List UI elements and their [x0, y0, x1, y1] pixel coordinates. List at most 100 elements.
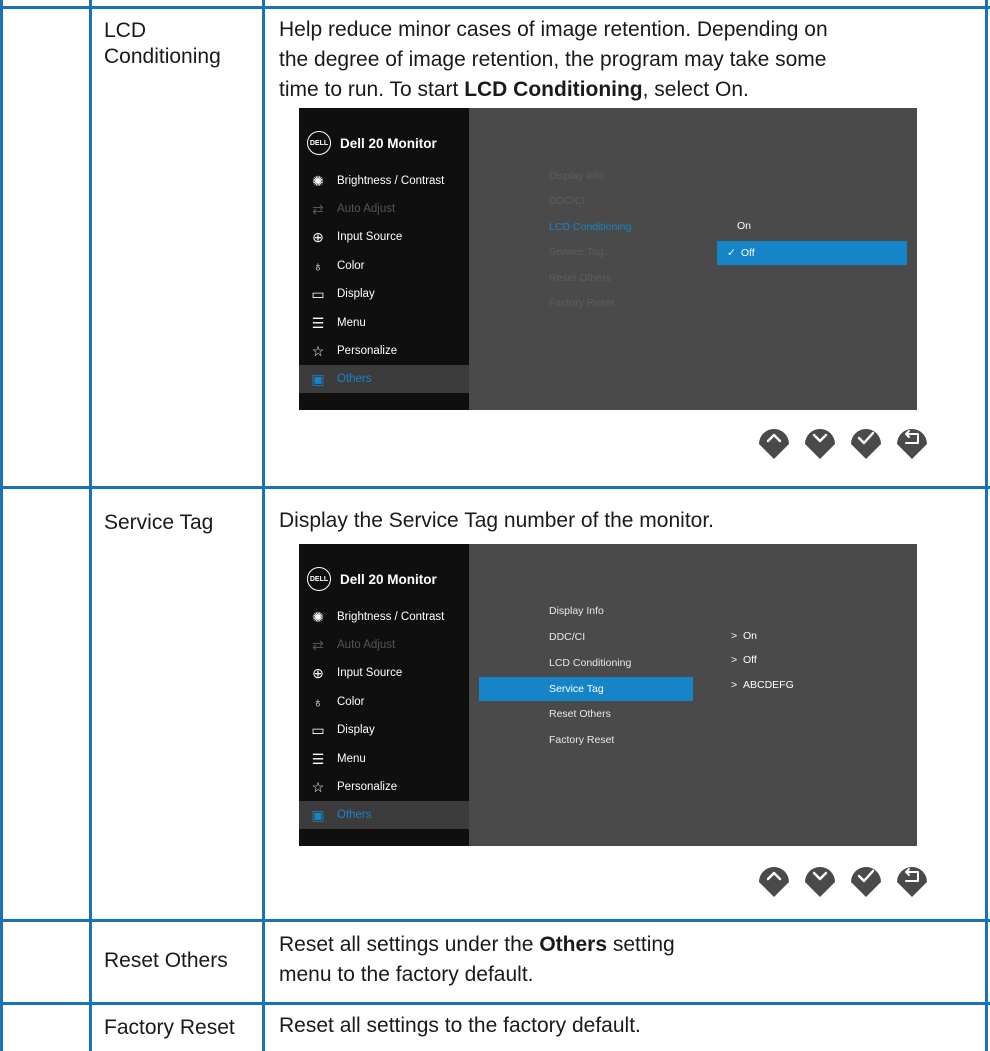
desc-line: menu to the factory default.: [279, 963, 534, 986]
menu-item-brightness[interactable]: ✺ Brightness / Contrast: [299, 603, 469, 631]
up-button[interactable]: [756, 858, 792, 898]
option-off-label: Off: [740, 247, 755, 259]
menu-item-label: Brightness / Contrast: [337, 611, 445, 623]
menu-item-label: Others: [337, 373, 372, 385]
brightness-icon: ✺: [312, 608, 324, 625]
row-label-service-tag: Service Tag: [104, 511, 214, 534]
menu-item-auto-adjust[interactable]: ⇄ Auto Adjust: [299, 195, 469, 223]
value-text: ABCDEFG: [742, 679, 794, 691]
up-button[interactable]: [756, 420, 792, 460]
menu-item-display[interactable]: ▭ Display: [299, 280, 469, 308]
menu-item-menu[interactable]: ☰ Menu: [299, 745, 469, 773]
back-button[interactable]: [894, 420, 930, 460]
submenu-display-info[interactable]: Display Info: [549, 170, 604, 182]
menu-item-others[interactable]: ▣ Others: [299, 365, 469, 393]
desc-line: time to run. To start LCD Conditioning, …: [279, 78, 749, 101]
submenu-reset-others[interactable]: Reset Others: [549, 708, 611, 720]
menu-item-label: Auto Adjust: [337, 203, 396, 215]
menu-icon: ☰: [311, 750, 325, 767]
submenu-service-tag[interactable]: Service Tag: [549, 246, 604, 258]
submenu-factory-reset[interactable]: Factory Reset: [549, 734, 614, 746]
menu-item-color[interactable]: ♁ Color: [299, 688, 469, 716]
display-icon: ▭: [311, 721, 325, 738]
auto-adjust-icon: ⇄: [312, 636, 324, 653]
osd-title: Dell 20 Monitor: [340, 571, 437, 587]
color-icon: ♁: [312, 258, 324, 274]
table-border-right: [985, 0, 988, 1051]
osd-screen-lcd-conditioning: DELL Dell 20 Monitor ✺ Brightness / Contr…: [299, 108, 917, 410]
back-button[interactable]: [894, 858, 930, 898]
input-source-icon: ⊕: [312, 664, 324, 681]
display-icon: ▭: [311, 285, 325, 302]
menu-item-label: Brightness / Contrast: [337, 175, 445, 187]
down-button[interactable]: [802, 420, 838, 460]
submenu-service-tag[interactable]: Service Tag: [479, 677, 693, 701]
menu-item-menu[interactable]: ☰ Menu: [299, 309, 469, 337]
menu-item-label: Others: [337, 809, 372, 821]
menu-item-label: Personalize: [337, 345, 398, 357]
row-desc-reset-others: Reset all settings under the Others sett…: [279, 930, 939, 990]
row-label-lcd-conditioning: LCD Conditioning: [104, 19, 221, 68]
submenu-reset-others[interactable]: Reset Others: [549, 272, 611, 284]
menu-icon: ☰: [311, 314, 325, 331]
osd-main-menu: DELL Dell 20 Monitor ✺ Brightness / Contr…: [299, 108, 469, 410]
row-label-factory-reset: Factory Reset: [104, 1016, 235, 1039]
submenu-ddc-ci[interactable]: DDC/CI: [549, 195, 585, 207]
dell-logo: DELL: [307, 567, 331, 591]
menu-item-display[interactable]: ▭ Display: [299, 716, 469, 744]
osd-buttons: [756, 858, 930, 898]
check-icon: ✓: [727, 247, 736, 259]
value-text: Off: [742, 654, 757, 666]
menu-item-label: Input Source: [337, 667, 403, 679]
table-border-col2: [262, 0, 265, 1051]
menu-item-label: Display: [337, 288, 375, 300]
submenu-lcd-conditioning[interactable]: LCD Conditioning: [549, 657, 631, 669]
table-border-col1: [89, 0, 92, 1051]
menu-item-label: Input Source: [337, 231, 403, 243]
ok-button[interactable]: [848, 420, 884, 460]
chevron-right-icon: >: [731, 630, 738, 642]
desc-line: Help reduce minor cases of image retenti…: [279, 18, 828, 41]
down-button[interactable]: [802, 858, 838, 898]
row-desc-factory-reset: Reset all settings to the factory defaul…: [279, 1014, 641, 1037]
desc-line: the degree of image retention, the progr…: [279, 48, 827, 71]
row-divider: [0, 6, 990, 9]
value-service-tag: > ABCDEFG: [731, 679, 794, 691]
osd-main-menu: DELL Dell 20 Monitor ✺ Brightness / Contr…: [299, 544, 469, 846]
osd-header: DELL Dell 20 Monitor: [307, 130, 437, 156]
menu-item-label: Menu: [337, 753, 366, 765]
menu-item-input-source[interactable]: ⊕ Input Source: [299, 659, 469, 687]
others-icon: ▣: [311, 806, 325, 823]
menu-item-label: Personalize: [337, 781, 398, 793]
color-icon: ♁: [312, 694, 324, 710]
menu-item-auto-adjust[interactable]: ⇄ Auto Adjust: [299, 631, 469, 659]
menu-item-personalize[interactable]: ☆ Personalize: [299, 337, 469, 365]
menu-item-personalize[interactable]: ☆ Personalize: [299, 773, 469, 801]
dell-logo: DELL: [307, 131, 331, 155]
osd-screen-service-tag: DELL Dell 20 Monitor ✺ Brightness / Contr…: [299, 544, 917, 846]
auto-adjust-icon: ⇄: [312, 200, 324, 217]
ok-button[interactable]: [848, 858, 884, 898]
menu-item-label: Color: [337, 260, 365, 272]
value-lcd-conditioning: > Off: [731, 654, 757, 666]
submenu-display-info[interactable]: Display Info: [549, 605, 604, 617]
option-on[interactable]: On: [737, 220, 751, 232]
osd-title: Dell 20 Monitor: [340, 135, 437, 151]
menu-item-label: Color: [337, 696, 365, 708]
chevron-right-icon: >: [731, 679, 738, 691]
option-off[interactable]: ✓ Off: [717, 241, 907, 265]
row-divider: [0, 486, 990, 489]
menu-item-label: Display: [337, 724, 375, 736]
row-divider: [0, 1002, 990, 1005]
submenu-lcd-conditioning[interactable]: LCD Conditioning: [549, 221, 631, 233]
submenu-ddc-ci[interactable]: DDC/CI: [549, 631, 585, 643]
menu-item-color[interactable]: ♁ Color: [299, 252, 469, 280]
row-divider: [0, 919, 990, 922]
menu-item-brightness[interactable]: ✺ Brightness / Contrast: [299, 167, 469, 195]
row-label-reset-others: Reset Others: [104, 949, 228, 972]
others-icon: ▣: [311, 370, 325, 387]
menu-item-others[interactable]: ▣ Others: [299, 801, 469, 829]
submenu-factory-reset[interactable]: Factory Reset: [549, 297, 614, 309]
menu-item-input-source[interactable]: ⊕ Input Source: [299, 223, 469, 251]
row-desc-service-tag: Display the Service Tag number of the mo…: [279, 509, 715, 532]
